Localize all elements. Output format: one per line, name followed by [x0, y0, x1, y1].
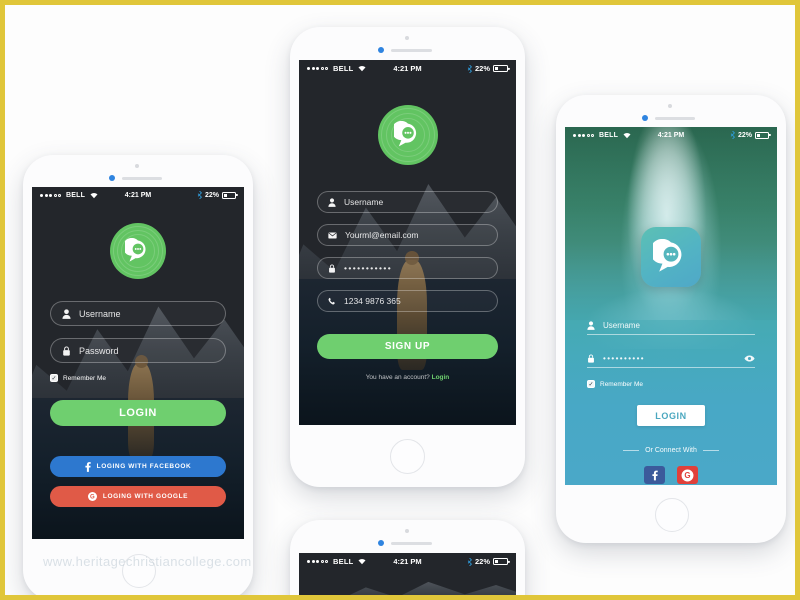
username-value: Username: [344, 197, 384, 207]
checkbox-checked-icon[interactable]: ✓: [587, 380, 595, 388]
home-button[interactable]: [122, 554, 156, 588]
divider-line-right: [702, 450, 719, 451]
phone-partial-bottom: BELL 4:21 PM 22%: [290, 520, 525, 595]
login-button-label: LOGIN: [119, 407, 157, 419]
status-bar: BELL 4:21 PM 22%: [565, 127, 777, 143]
phone-login-teal: BELL 4:21 PM 22% Username •••••••••• ✓ R…: [556, 95, 786, 543]
phone-icon: [328, 297, 336, 306]
clock-label: 4:21 PM: [657, 131, 685, 139]
battery-icon: [493, 557, 508, 566]
username-value: Username: [603, 321, 640, 330]
phone-login-dark: BELL 4:21 PM 22% Username Password ✓ Rem…: [23, 155, 253, 595]
screen-login-dark: BELL 4:21 PM 22% Username Password ✓ Rem…: [32, 187, 244, 539]
checkbox-checked-icon[interactable]: ✓: [50, 374, 58, 382]
svg-text:G: G: [684, 471, 690, 480]
login-prompt: You have an account? Login: [317, 374, 498, 381]
login-button-label: LOGIN: [655, 410, 687, 421]
username-field[interactable]: Username: [50, 301, 226, 326]
google-connect-button[interactable]: G: [677, 466, 698, 484]
screen-partial-bottom: BELL 4:21 PM 22%: [299, 553, 516, 595]
google-login-button[interactable]: G LOGING WITH GOOGLE: [50, 486, 226, 507]
divider-line-left: [623, 450, 640, 451]
remember-me-row[interactable]: ✓ Remember Me: [587, 380, 755, 388]
clock-label: 4:21 PM: [124, 191, 152, 199]
screen-signup-dark: BELL 4:21 PM 22% Username Yourml@email.c…: [299, 60, 516, 425]
status-bar: BELL 4:21 PM 22%: [299, 553, 516, 570]
google-login-label: LOGING WITH GOOGLE: [102, 493, 189, 500]
sensor-dot-icon: [405, 36, 409, 40]
user-icon: [328, 197, 336, 207]
password-field[interactable]: •••••••••••: [317, 257, 498, 279]
speaker-grille: [655, 117, 695, 120]
login-button[interactable]: LOGIN: [637, 405, 705, 426]
phone-signup-dark: BELL 4:21 PM 22% Username Yourml@email.c…: [290, 27, 525, 487]
login-button[interactable]: LOGIN: [50, 400, 226, 426]
google-plus-icon: G: [87, 492, 97, 501]
facebook-login-label: LOGING WITH FACEBOOK: [96, 463, 192, 470]
speaker-grille: [122, 177, 162, 180]
svg-text:G: G: [90, 494, 95, 500]
password-value: Password: [79, 345, 119, 356]
password-field[interactable]: ••••••••••: [587, 350, 755, 368]
battery-icon: [222, 191, 236, 199]
chat-bubble-logo-icon: [377, 105, 438, 165]
sensor-dot-icon: [405, 529, 409, 533]
speaker-grille: [391, 542, 432, 545]
signup-button[interactable]: SIGN UP: [317, 334, 498, 359]
clock-label: 4:21 PM: [393, 64, 422, 73]
facebook-icon: [85, 461, 91, 472]
status-bar: BELL 4:21 PM 22%: [32, 187, 244, 203]
battery-icon: [493, 64, 508, 73]
password-value: ••••••••••: [603, 354, 646, 363]
sensor-dot-icon: [668, 104, 672, 108]
username-field[interactable]: Username: [317, 191, 498, 213]
camera-dot-icon: [642, 115, 648, 121]
user-icon: [587, 321, 595, 330]
camera-dot-icon: [378, 47, 384, 53]
connect-divider-label: Or Connect With: [645, 447, 697, 454]
chat-bubble-app-icon: [641, 227, 701, 287]
phone-value: 1234 9876 365: [344, 296, 401, 306]
login-prompt-text: You have an account?: [365, 374, 430, 381]
camera-dot-icon: [378, 540, 384, 546]
facebook-icon: [651, 470, 658, 481]
eye-icon[interactable]: [744, 355, 755, 362]
phone-field[interactable]: 1234 9876 365: [317, 290, 498, 312]
remember-me-row[interactable]: ✓ Remember Me: [50, 374, 226, 382]
connect-divider: Or Connect With: [587, 447, 755, 454]
signup-button-label: SIGN UP: [384, 341, 431, 352]
lock-icon: [328, 264, 336, 273]
username-field[interactable]: Username: [587, 317, 755, 335]
password-field[interactable]: Password: [50, 338, 226, 363]
facebook-login-button[interactable]: LOGING WITH FACEBOOK: [50, 456, 226, 477]
gold-frame: BELL 4:21 PM 22% Username Password ✓ Rem…: [0, 0, 800, 600]
email-field[interactable]: Yourml@email.com: [317, 224, 498, 246]
battery-icon: [755, 131, 769, 139]
home-button[interactable]: [390, 439, 425, 474]
remember-me-label: Remember Me: [63, 374, 106, 382]
password-value: •••••••••••: [344, 263, 393, 273]
camera-dot-icon: [109, 175, 115, 181]
chat-bubble-logo-icon: [110, 223, 166, 279]
speaker-grille: [391, 49, 432, 52]
sensor-dot-icon: [135, 164, 139, 168]
email-value: Yourml@email.com: [345, 230, 419, 240]
remember-me-label: Remember Me: [600, 380, 643, 388]
username-value: Username: [79, 308, 121, 319]
home-button[interactable]: [655, 498, 689, 532]
envelope-icon: [328, 232, 337, 239]
status-bar: BELL 4:21 PM 22%: [299, 60, 516, 77]
lock-icon: [587, 354, 595, 363]
google-plus-icon: G: [681, 469, 694, 482]
screen-login-teal: BELL 4:21 PM 22% Username •••••••••• ✓ R…: [565, 127, 777, 485]
clock-label: 4:21 PM: [393, 557, 422, 566]
lock-icon: [62, 345, 71, 356]
facebook-connect-button[interactable]: [644, 466, 665, 484]
user-icon: [62, 308, 71, 319]
login-link[interactable]: Login: [432, 374, 450, 381]
